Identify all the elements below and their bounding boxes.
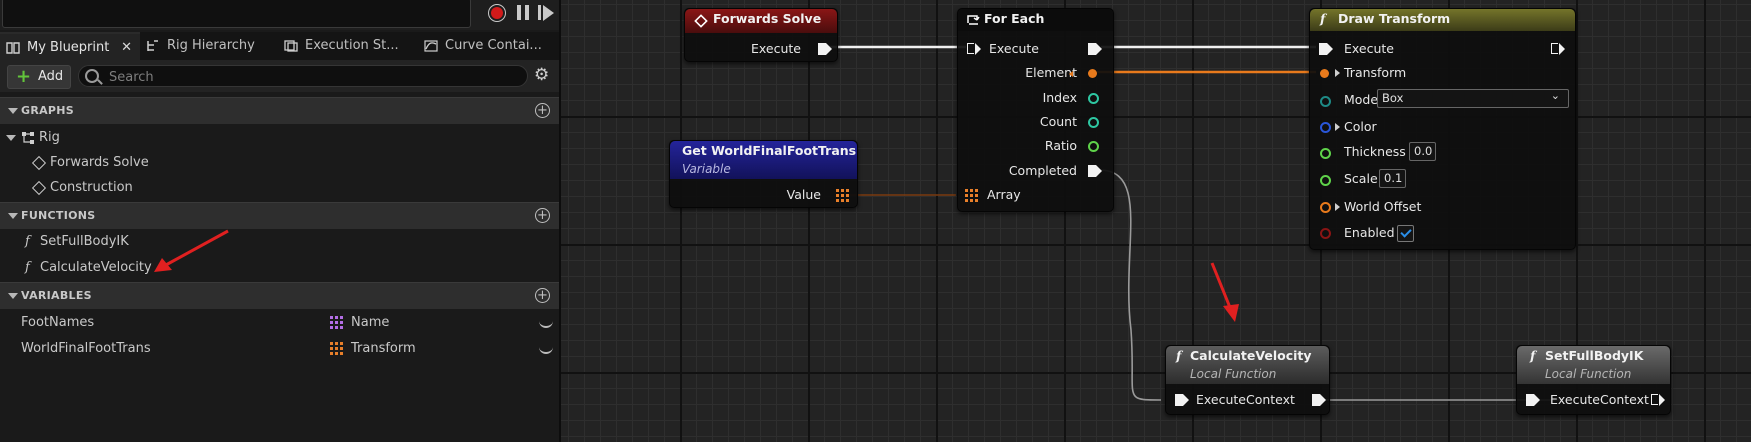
node-set-fullbody-ik[interactable]: f SetFullBodyIK Local Function ExecuteCo… — [1516, 345, 1671, 415]
array-type-icon — [330, 342, 345, 357]
expand-arrow-icon[interactable] — [1335, 69, 1340, 77]
search-input[interactable] — [107, 66, 511, 88]
my-blueprint-panel: My Blueprint ✕ Rig Hierarchy Execution S… — [0, 0, 561, 442]
function-icon: f — [1530, 348, 1536, 363]
hierarchy-icon — [147, 40, 158, 51]
tab-label: Execution St... — [305, 38, 399, 53]
tab-execution-stack[interactable]: Execution St... — [278, 32, 418, 60]
collapse-arrow-icon[interactable] — [6, 135, 16, 141]
function-icon: f — [25, 234, 30, 249]
variable-item-footnames[interactable]: FootNames Name — [0, 311, 559, 335]
mode-dropdown[interactable]: Box ⌄ — [1377, 89, 1569, 108]
value-out-pin[interactable] — [836, 189, 851, 204]
graph-item-rig[interactable]: Rig — [0, 126, 559, 150]
function-icon: f — [1320, 11, 1326, 26]
graph-item-forwards-solve[interactable]: Forwards Solve — [0, 151, 559, 175]
debug-toolbar — [0, 0, 559, 30]
enabled-checkbox[interactable] — [1397, 225, 1414, 242]
chevron-down-icon: ⌄ — [1550, 89, 1560, 102]
graph-item-construction[interactable]: Construction — [0, 176, 559, 200]
node-for-each[interactable]: For Each Execute Element Index Count Rat… — [957, 8, 1114, 212]
node-get-variable[interactable]: Get WorldFinalFootTrans Variable Value — [669, 140, 858, 208]
node-header: f CalculateVelocity Local Function — [1166, 346, 1329, 384]
index-out-pin[interactable] — [1088, 93, 1099, 104]
panel-toolbar: + Add ⚙ — [0, 60, 559, 92]
add-graph-icon[interactable]: + — [535, 103, 550, 118]
step-icon[interactable] — [538, 4, 556, 22]
node-draw-transform[interactable]: f Draw Transform Execute Transform Mode … — [1309, 8, 1576, 250]
pause-icon[interactable] — [515, 4, 533, 22]
function-item-setfullbodyik[interactable]: f SetFullBodyIK — [0, 230, 559, 254]
array-in-pin[interactable] — [965, 189, 980, 204]
ratio-out-pin[interactable] — [1088, 141, 1099, 152]
add-variable-icon[interactable]: + — [535, 288, 550, 303]
collapse-arrow-icon[interactable] — [8, 213, 18, 219]
node-header: f Draw Transform — [1310, 9, 1575, 31]
node-header: f SetFullBodyIK Local Function — [1517, 346, 1670, 384]
function-icon: f — [25, 260, 30, 275]
thickness-in-pin[interactable] — [1320, 148, 1331, 159]
mode-in-pin[interactable] — [1320, 96, 1331, 107]
collapse-arrow-icon[interactable] — [8, 108, 18, 114]
annotation-arrow — [1223, 304, 1239, 322]
element-out-pin[interactable] — [1088, 69, 1097, 78]
enabled-in-pin[interactable] — [1320, 228, 1331, 239]
tab-label: Rig Hierarchy — [167, 38, 255, 53]
execution-stack-icon — [284, 40, 298, 52]
tab-my-blueprint[interactable]: My Blueprint ✕ — [0, 32, 140, 62]
node-header: Forwards Solve — [685, 9, 837, 33]
section-graphs[interactable]: GRAPHS + — [0, 97, 559, 124]
transform-in-pin[interactable] — [1320, 69, 1329, 78]
rig-graph-icon — [22, 132, 34, 144]
world-offset-in-pin[interactable] — [1320, 202, 1331, 213]
annotation-arrow — [154, 229, 229, 272]
plus-icon: + — [16, 66, 32, 87]
function-item-calculatevelocity[interactable]: f CalculateVelocity — [0, 256, 559, 280]
add-function-icon[interactable]: + — [535, 208, 550, 223]
expand-arrow-icon[interactable] — [1335, 123, 1340, 131]
tab-curve-container[interactable]: Curve Contai... — [418, 32, 559, 60]
node-forwards-solve[interactable]: Forwards Solve Execute — [684, 8, 838, 62]
node-calculate-velocity[interactable]: f CalculateVelocity Local Function Execu… — [1165, 345, 1330, 415]
event-diamond-icon — [31, 155, 47, 171]
loop-icon — [967, 15, 980, 25]
variable-item-worldfinalfoottrans[interactable]: WorldFinalFootTrans Transform — [0, 337, 559, 361]
node-header: For Each — [958, 9, 1113, 31]
close-icon[interactable]: ✕ — [121, 34, 132, 62]
split-arrow-icon[interactable] — [1069, 71, 1073, 77]
expand-arrow-icon[interactable] — [1335, 203, 1340, 211]
section-functions[interactable]: FUNCTIONS + — [0, 202, 559, 229]
search-icon — [85, 69, 99, 83]
node-header: Get WorldFinalFootTrans Variable — [670, 141, 857, 179]
annotation-arrow — [1210, 262, 1233, 311]
array-type-icon — [330, 316, 345, 331]
collapse-arrow-icon[interactable] — [8, 293, 18, 299]
section-variables[interactable]: VARIABLES + — [0, 282, 559, 309]
panel-tabs: My Blueprint ✕ Rig Hierarchy Execution S… — [0, 32, 559, 62]
tab-rig-hierarchy[interactable]: Rig Hierarchy — [140, 32, 278, 60]
gear-icon[interactable]: ⚙ — [534, 67, 550, 84]
color-in-pin[interactable] — [1320, 122, 1331, 133]
event-diamond-icon — [694, 14, 708, 28]
blueprint-icon — [6, 42, 20, 54]
debug-object-selector[interactable] — [2, 0, 471, 28]
scale-input[interactable]: 0.1 — [1379, 169, 1406, 188]
count-out-pin[interactable] — [1088, 117, 1099, 128]
thickness-input[interactable]: 0.0 — [1409, 142, 1436, 161]
visibility-eye-icon[interactable] — [539, 346, 553, 354]
function-icon: f — [1176, 348, 1182, 363]
tab-label: My Blueprint — [27, 40, 110, 55]
tab-label: Curve Contai... — [445, 38, 542, 53]
scale-in-pin[interactable] — [1320, 175, 1331, 186]
curve-icon — [424, 40, 438, 52]
add-button[interactable]: + Add — [7, 65, 71, 89]
search-box[interactable] — [78, 65, 528, 88]
visibility-eye-icon[interactable] — [539, 320, 553, 328]
event-diamond-icon — [31, 180, 47, 196]
record-icon[interactable] — [488, 4, 506, 22]
graph-canvas[interactable]: Forwards Solve Execute For Each Execute … — [561, 0, 1751, 442]
